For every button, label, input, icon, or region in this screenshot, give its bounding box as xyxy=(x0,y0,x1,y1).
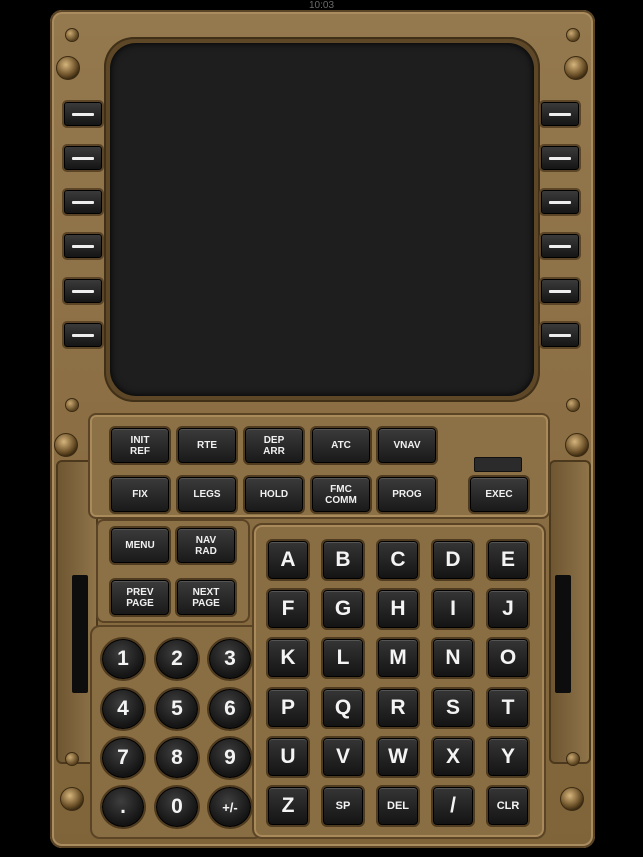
lsk-3r[interactable] xyxy=(541,190,579,214)
fmc-comm-key[interactable]: FMC COMM xyxy=(312,477,370,512)
fix-key[interactable]: FIX xyxy=(111,477,169,512)
key-j[interactable]: J xyxy=(488,590,528,628)
key-w[interactable]: W xyxy=(378,738,418,776)
lsk-4l[interactable] xyxy=(64,234,102,258)
key-k[interactable]: K xyxy=(268,639,308,677)
cdu-display xyxy=(110,43,534,396)
dash-icon xyxy=(549,156,571,160)
key-u[interactable]: U xyxy=(268,738,308,776)
lsk-6l[interactable] xyxy=(64,323,102,347)
space-key[interactable]: SP xyxy=(323,787,363,825)
decimal-key[interactable]: . xyxy=(102,787,144,827)
legs-key[interactable]: LEGS xyxy=(178,477,236,512)
screw xyxy=(560,787,584,811)
lsk-2l[interactable] xyxy=(64,146,102,170)
key-n[interactable]: N xyxy=(433,639,473,677)
vnav-key[interactable]: VNAV xyxy=(378,428,436,463)
screw xyxy=(565,433,589,457)
atc-key[interactable]: ATC xyxy=(312,428,370,463)
key-v[interactable]: V xyxy=(323,738,363,776)
dash-icon xyxy=(549,244,571,248)
screw xyxy=(65,398,79,412)
key-1[interactable]: 1 xyxy=(102,639,144,679)
key-q[interactable]: Q xyxy=(323,689,363,727)
screw xyxy=(65,752,79,766)
delete-key[interactable]: DEL xyxy=(378,787,418,825)
dash-icon xyxy=(549,112,571,116)
prev-page-key[interactable]: PREV PAGE xyxy=(111,580,169,615)
screw xyxy=(566,28,580,42)
lsk-5l[interactable] xyxy=(64,279,102,303)
screw xyxy=(60,787,84,811)
hold-key[interactable]: HOLD xyxy=(245,477,303,512)
screw xyxy=(65,28,79,42)
lsk-2r[interactable] xyxy=(541,146,579,170)
key-x[interactable]: X xyxy=(433,738,473,776)
key-g[interactable]: G xyxy=(323,590,363,628)
key-5[interactable]: 5 xyxy=(156,689,198,729)
key-c[interactable]: C xyxy=(378,541,418,579)
lsk-1r[interactable] xyxy=(541,102,579,126)
lsk-1l[interactable] xyxy=(64,102,102,126)
dash-icon xyxy=(72,200,94,204)
prog-key[interactable]: PROG xyxy=(378,477,436,512)
key-h[interactable]: H xyxy=(378,590,418,628)
dash-icon xyxy=(72,244,94,248)
screw xyxy=(566,398,580,412)
key-e[interactable]: E xyxy=(488,541,528,579)
key-z[interactable]: Z xyxy=(268,787,308,825)
key-4[interactable]: 4 xyxy=(102,689,144,729)
lsk-6r[interactable] xyxy=(541,323,579,347)
dash-icon xyxy=(72,333,94,337)
key-y[interactable]: Y xyxy=(488,738,528,776)
key-i[interactable]: I xyxy=(433,590,473,628)
key-r[interactable]: R xyxy=(378,689,418,727)
dash-icon xyxy=(549,289,571,293)
key-7[interactable]: 7 xyxy=(102,738,144,778)
exec-annunciator-light xyxy=(474,457,522,472)
lsk-3l[interactable] xyxy=(64,190,102,214)
key-3[interactable]: 3 xyxy=(209,639,251,679)
key-t[interactable]: T xyxy=(488,689,528,727)
menu-key[interactable]: MENU xyxy=(111,528,169,563)
key-m[interactable]: M xyxy=(378,639,418,677)
key-s[interactable]: S xyxy=(433,689,473,727)
key-9[interactable]: 9 xyxy=(209,738,251,778)
screw xyxy=(564,56,588,80)
rte-key[interactable]: RTE xyxy=(178,428,236,463)
dash-icon xyxy=(549,333,571,337)
left-slot xyxy=(72,575,88,693)
lsk-5r[interactable] xyxy=(541,279,579,303)
screw xyxy=(56,56,80,80)
key-f[interactable]: F xyxy=(268,590,308,628)
key-a[interactable]: A xyxy=(268,541,308,579)
key-p[interactable]: P xyxy=(268,689,308,727)
dash-icon xyxy=(549,200,571,204)
dash-icon xyxy=(72,112,94,116)
key-b[interactable]: B xyxy=(323,541,363,579)
screw xyxy=(566,752,580,766)
key-2[interactable]: 2 xyxy=(156,639,198,679)
dash-icon xyxy=(72,156,94,160)
next-page-key[interactable]: NEXT PAGE xyxy=(177,580,235,615)
right-slot xyxy=(555,575,571,693)
key-6[interactable]: 6 xyxy=(209,689,251,729)
key-l[interactable]: L xyxy=(323,639,363,677)
key-0[interactable]: 0 xyxy=(156,787,198,827)
nav-rad-key[interactable]: NAV RAD xyxy=(177,528,235,563)
dep-arr-key[interactable]: DEP ARR xyxy=(245,428,303,463)
key-8[interactable]: 8 xyxy=(156,738,198,778)
clear-key[interactable]: CLR xyxy=(488,787,528,825)
exec-key[interactable]: EXEC xyxy=(470,477,528,512)
dash-icon xyxy=(72,289,94,293)
plus-minus-key[interactable]: +/- xyxy=(209,787,251,827)
key-o[interactable]: O xyxy=(488,639,528,677)
lsk-4r[interactable] xyxy=(541,234,579,258)
slash-key[interactable]: / xyxy=(433,787,473,825)
key-d[interactable]: D xyxy=(433,541,473,579)
screw xyxy=(54,433,78,457)
init-ref-key[interactable]: INIT REF xyxy=(111,428,169,463)
